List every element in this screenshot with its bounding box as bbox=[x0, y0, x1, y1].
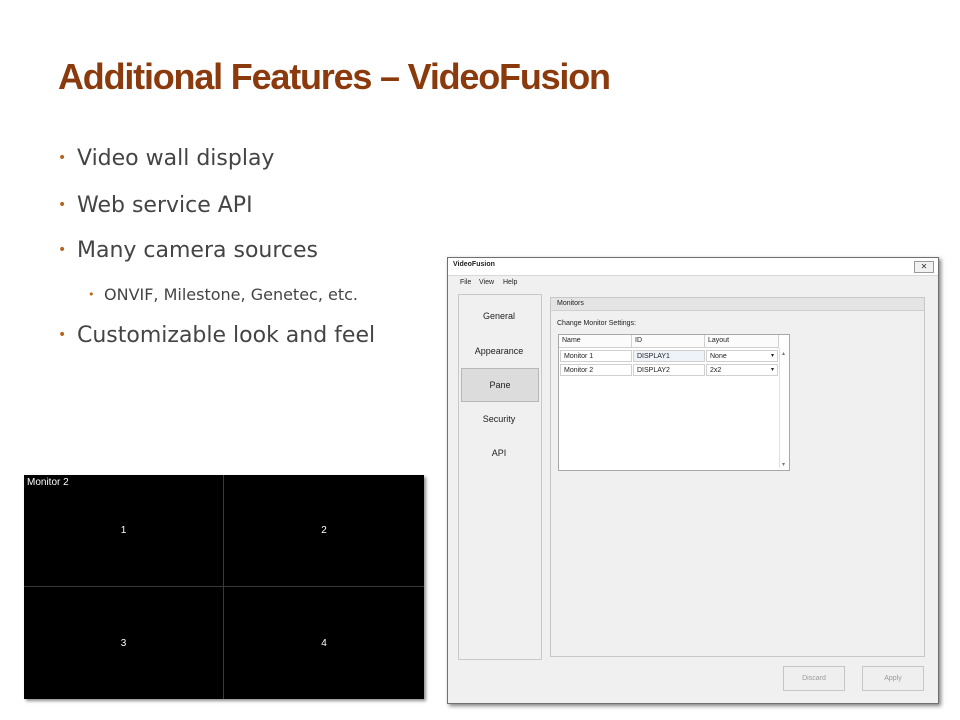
bullet-item: • Web service API bbox=[58, 193, 253, 218]
menu-view[interactable]: View bbox=[479, 279, 494, 286]
video-pane-3[interactable]: 3 bbox=[24, 587, 223, 699]
monitor-label: Monitor 2 bbox=[27, 477, 69, 488]
layout-value: None bbox=[710, 353, 727, 360]
column-header-name[interactable]: Name bbox=[559, 335, 632, 348]
close-icon: ✕ bbox=[920, 262, 928, 271]
bullet-dot-icon: • bbox=[58, 150, 67, 166]
nav-item-pane[interactable]: Pane bbox=[461, 368, 539, 402]
bullet-text: Many camera sources bbox=[77, 238, 319, 263]
pane-number: 3 bbox=[120, 637, 127, 649]
nav-item-api[interactable]: API bbox=[461, 437, 537, 469]
menu-file[interactable]: File bbox=[460, 279, 471, 286]
pane-number: 4 bbox=[321, 637, 327, 649]
bullet-text: Customizable look and feel bbox=[77, 323, 376, 348]
discard-button[interactable]: Discard bbox=[783, 666, 845, 691]
scroll-down-icon[interactable]: ▾ bbox=[782, 461, 785, 468]
monitor-preview: 1 2 3 4 Monitor 2 bbox=[24, 475, 424, 699]
close-button[interactable]: ✕ bbox=[914, 261, 934, 273]
nav-item-security[interactable]: Security bbox=[461, 403, 537, 435]
bullet-dot-icon: • bbox=[88, 288, 95, 301]
settings-content: Monitors Change Monitor Settings: Name I… bbox=[550, 297, 925, 657]
dropdown-arrow-icon: ▾ bbox=[770, 367, 774, 373]
bullet-dot-icon: • bbox=[58, 327, 67, 343]
pane-number: 2 bbox=[321, 525, 327, 536]
bullet-dot-icon: • bbox=[58, 242, 67, 258]
dropdown-arrow-icon: ▾ bbox=[770, 353, 774, 359]
video-pane-2[interactable]: 2 bbox=[224, 475, 424, 586]
section-label: Change Monitor Settings: bbox=[557, 320, 636, 327]
table-cell-id[interactable]: DISPLAY1 bbox=[633, 350, 705, 362]
section-header: Monitors bbox=[551, 298, 924, 311]
pane-divider bbox=[24, 586, 424, 587]
window-titlebar[interactable]: VideoFusion ✕ bbox=[448, 258, 938, 276]
nav-item-general[interactable]: General bbox=[461, 300, 537, 332]
bullet-item: • Customizable look and feel bbox=[58, 323, 375, 348]
layout-value: 2x2 bbox=[710, 367, 722, 374]
table-cell-name[interactable]: Monitor 2 bbox=[560, 364, 632, 376]
apply-button[interactable]: Apply bbox=[862, 666, 924, 691]
pane-number: 1 bbox=[120, 525, 127, 536]
section-title: Monitors bbox=[557, 300, 584, 307]
scroll-up-icon[interactable]: ▴ bbox=[782, 350, 785, 357]
table-cell-name[interactable]: Monitor 1 bbox=[560, 350, 632, 362]
settings-nav: General Appearance Pane Security API bbox=[458, 294, 542, 660]
table-cell-id[interactable]: DISPLAY2 bbox=[633, 364, 705, 376]
video-pane-4[interactable]: 4 bbox=[224, 587, 424, 699]
monitor-table: Name ID Layout Monitor 1 DISPLAY1 None ▾… bbox=[558, 334, 790, 471]
layout-dropdown[interactable]: 2x2 ▾ bbox=[706, 364, 778, 376]
bullet-text: Web service API bbox=[77, 193, 253, 218]
table-scrollbar[interactable]: ▴ ▾ bbox=[779, 348, 789, 468]
layout-dropdown[interactable]: None ▾ bbox=[706, 350, 778, 362]
window-title: VideoFusion bbox=[453, 261, 495, 268]
column-header-layout[interactable]: Layout bbox=[705, 335, 779, 348]
menu-bar: File View Help bbox=[448, 277, 938, 290]
menu-help[interactable]: Help bbox=[503, 279, 517, 286]
bullet-text: ONVIF, Milestone, Genetec, etc. bbox=[104, 285, 359, 304]
column-header-id[interactable]: ID bbox=[632, 335, 705, 348]
nav-item-appearance[interactable]: Appearance bbox=[461, 335, 537, 367]
sub-bullet-item: • ONVIF, Milestone, Genetec, etc. bbox=[88, 285, 358, 304]
videofusion-window: VideoFusion ✕ File View Help General App… bbox=[447, 257, 939, 704]
video-pane-1[interactable]: 1 bbox=[24, 475, 223, 586]
bullet-item: • Video wall display bbox=[58, 146, 274, 171]
bullet-text: Video wall display bbox=[77, 146, 275, 171]
bullet-item: • Many camera sources bbox=[58, 238, 318, 263]
slide-title: Additional Features – VideoFusion bbox=[58, 56, 611, 97]
pane-divider bbox=[223, 475, 224, 699]
bullet-dot-icon: • bbox=[58, 197, 67, 213]
